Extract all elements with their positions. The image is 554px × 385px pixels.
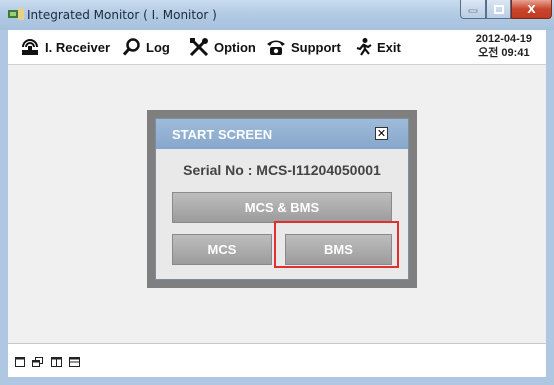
dialog-title: START SCREEN xyxy=(172,127,273,142)
maximize-button[interactable] xyxy=(486,0,511,19)
maximize-icon xyxy=(493,4,504,14)
layout-cascade-icon[interactable] xyxy=(32,357,43,367)
app-icon xyxy=(8,8,24,20)
mcs-bms-button[interactable]: MCS & BMS xyxy=(172,192,392,223)
toolbar-log-label: Log xyxy=(146,39,170,55)
clock-date: 2012-04-19 xyxy=(475,33,532,45)
status-bar xyxy=(8,343,546,378)
toolbar-support-label: Support xyxy=(291,39,341,55)
search-icon xyxy=(123,38,140,56)
toolbar-exit-label: Exit xyxy=(377,39,401,55)
toolbar-support-button[interactable]: Support xyxy=(266,37,341,57)
toolbar: I. Receiver Log Option Support Exit 2012… xyxy=(8,30,546,65)
exit-icon xyxy=(356,38,372,56)
window-frame-bottom xyxy=(0,377,554,385)
toolbar-option-label: Option xyxy=(214,39,256,55)
tools-icon xyxy=(189,38,209,56)
toolbar-receiver-button[interactable]: I. Receiver xyxy=(20,37,110,57)
highlight-box xyxy=(274,221,399,268)
mcs-button[interactable]: MCS xyxy=(172,234,272,265)
layout-single-icon[interactable] xyxy=(15,357,25,367)
toolbar-exit-button[interactable]: Exit xyxy=(356,37,401,57)
dialog-close-button[interactable]: ✕ xyxy=(375,127,388,140)
receiver-icon xyxy=(22,39,38,55)
window-frame-left xyxy=(0,30,8,385)
layout-horizontal-icon[interactable] xyxy=(69,357,80,367)
close-icon: X xyxy=(527,2,536,16)
dialog-header: START SCREEN ✕ xyxy=(156,119,408,149)
title-bar[interactable]: Integrated Monitor ( I. Monitor ) X xyxy=(0,0,554,30)
app-window: Integrated Monitor ( I. Monitor ) X I. R… xyxy=(0,0,554,385)
minimize-icon xyxy=(468,9,478,13)
toolbar-receiver-label: I. Receiver xyxy=(45,39,111,55)
clock-time: 오전 09:41 xyxy=(478,47,530,59)
serial-number: Serial No : MCS-I11204050001 xyxy=(183,162,381,178)
clock: 2012-04-19 오전 09:41 xyxy=(476,32,532,60)
toolbar-option-button[interactable]: Option xyxy=(189,37,256,57)
layout-vertical-icon[interactable] xyxy=(51,357,62,367)
window-frame-right xyxy=(546,30,554,385)
phone-icon xyxy=(267,40,285,55)
close-window-button[interactable]: X xyxy=(511,0,552,19)
minimize-button[interactable] xyxy=(460,0,486,19)
window-title: Integrated Monitor ( I. Monitor ) xyxy=(27,8,217,22)
toolbar-log-button[interactable]: Log xyxy=(123,37,170,57)
